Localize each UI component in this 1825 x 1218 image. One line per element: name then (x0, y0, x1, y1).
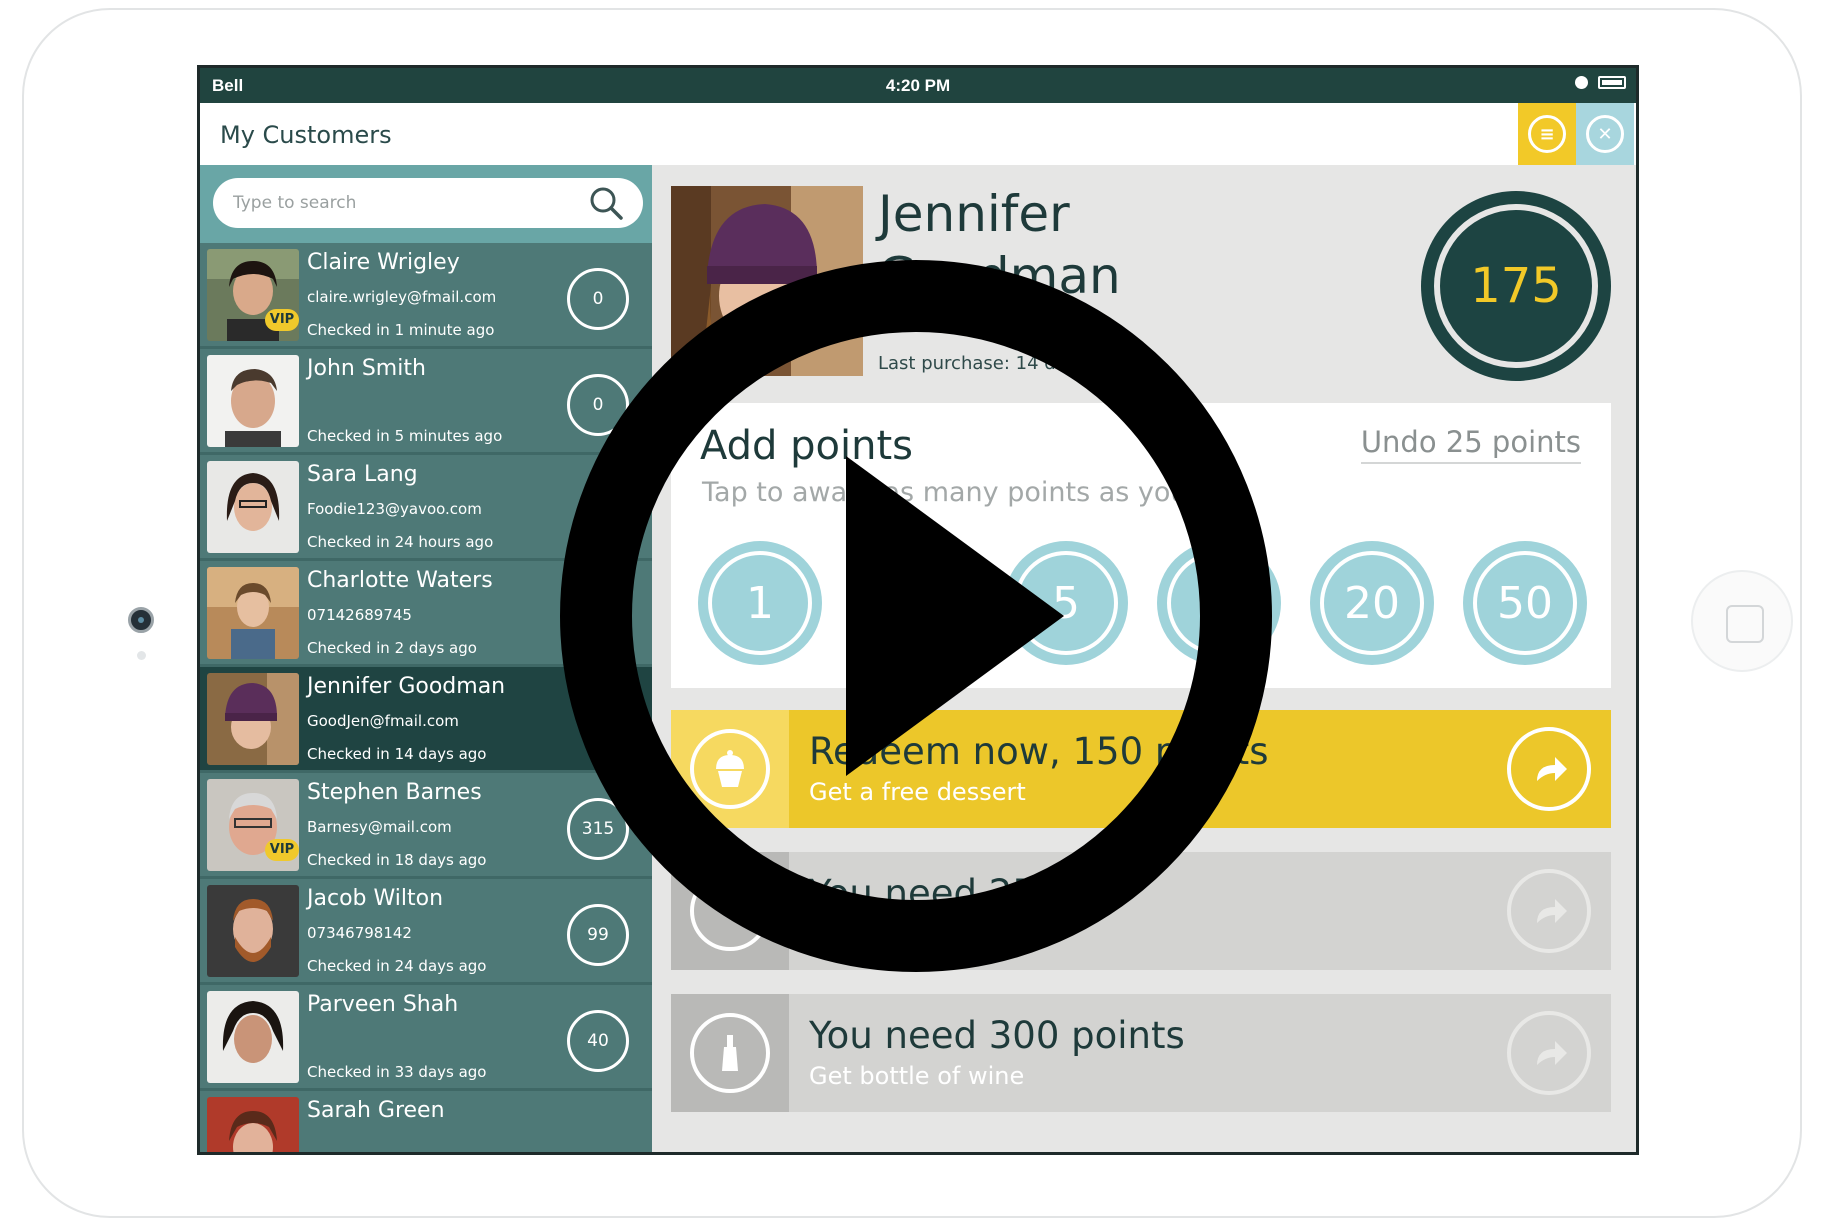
points-total-ring: 175 (1421, 191, 1611, 381)
avatar (207, 461, 299, 553)
wine-bottle-icon (690, 1013, 770, 1093)
points-total: 175 (1434, 204, 1598, 368)
customer-email: Barnesy@mail.com (307, 818, 452, 836)
vip-badge: VIP (265, 839, 299, 861)
battery-icon (1598, 76, 1626, 89)
top-bar: My Customers ≡ ✕ (200, 103, 1636, 165)
reward-icon-cell (671, 994, 789, 1112)
customer-row[interactable]: Sarah Green (200, 1091, 652, 1152)
avatar (207, 1097, 299, 1152)
rotation-lock-icon (1575, 76, 1588, 89)
search-input[interactable] (233, 186, 573, 220)
customer-checkin: Checked in 33 days ago (307, 1063, 487, 1081)
customer-points-badge: 40 (567, 1010, 629, 1072)
customer-checkin: Checked in 24 days ago (307, 957, 487, 975)
redeem-arrow-icon (1507, 1011, 1591, 1095)
customer-checkin: Checked in 1 minute ago (307, 321, 495, 339)
reward-row-locked[interactable]: You need 300 points Get bottle of wine (671, 994, 1611, 1112)
avatar: VIP (207, 249, 299, 341)
clock: 4:20 PM (885, 76, 951, 95)
customer-row[interactable]: Parveen Shah Checked in 33 days ago 40 (200, 985, 652, 1091)
customer-name: Claire Wrigley (307, 250, 460, 275)
customer-name: John Smith (307, 356, 426, 381)
customer-checkin: Checked in 24 hours ago (307, 533, 494, 551)
avatar (207, 885, 299, 977)
avatar (207, 567, 299, 659)
customer-name: Charlotte Waters (307, 568, 493, 593)
home-button[interactable] (1691, 570, 1793, 672)
tools-icon: ✕ (1586, 115, 1624, 153)
front-camera (128, 607, 154, 633)
customer-checkin: Checked in 5 minutes ago (307, 427, 503, 445)
reward-subtitle: Get bottle of wine (809, 1062, 1025, 1090)
vip-badge: VIP (265, 309, 299, 331)
status-bar: Bell 4:20 PM (200, 68, 1636, 103)
reward-title: You need 300 points (809, 1014, 1185, 1057)
customer-name: Parveen Shah (307, 992, 459, 1017)
customer-email: 07346798142 (307, 924, 412, 942)
list-view-button[interactable]: ≡ (1518, 103, 1576, 165)
search-box[interactable] (213, 178, 643, 228)
settings-button[interactable]: ✕ (1576, 103, 1634, 165)
customer-name: Jacob Wilton (307, 886, 444, 911)
search-icon[interactable] (589, 186, 623, 220)
customer-email: claire.wrigley@fmail.com (307, 288, 497, 306)
avatar (207, 991, 299, 1083)
status-icons (1575, 76, 1626, 89)
page-title: My Customers (220, 121, 392, 149)
point-value: 20 (1320, 551, 1424, 655)
customer-name: Stephen Barnes (307, 780, 482, 805)
search-bar (200, 165, 652, 243)
point-value: 50 (1473, 551, 1577, 655)
add-20-points-button[interactable]: 20 (1310, 541, 1434, 665)
list-icon: ≡ (1528, 115, 1566, 153)
avatar (207, 355, 299, 447)
redeem-arrow-icon[interactable] (1507, 727, 1591, 811)
customer-email: 07142689745 (307, 606, 412, 624)
customer-email: GoodJen@fmail.com (307, 712, 459, 730)
light-sensor (137, 651, 146, 660)
redeem-arrow-icon (1507, 869, 1591, 953)
avatar: VIP (207, 779, 299, 871)
customer-checkin: Checked in 18 days ago (307, 851, 487, 869)
customer-email: Foodie123@yavoo.com (307, 500, 482, 518)
customer-checkin: Checked in 14 days ago (307, 745, 487, 763)
customer-name: Sara Lang (307, 462, 418, 487)
avatar (207, 673, 299, 765)
undo-points-link[interactable]: Undo 25 points (1360, 425, 1581, 464)
add-50-points-button[interactable]: 50 (1463, 541, 1587, 665)
customer-name: Sarah Green (307, 1098, 445, 1123)
play-video-icon[interactable] (560, 260, 1272, 972)
customer-name: Jennifer Goodman (307, 674, 506, 699)
customer-checkin: Checked in 2 days ago (307, 639, 477, 657)
